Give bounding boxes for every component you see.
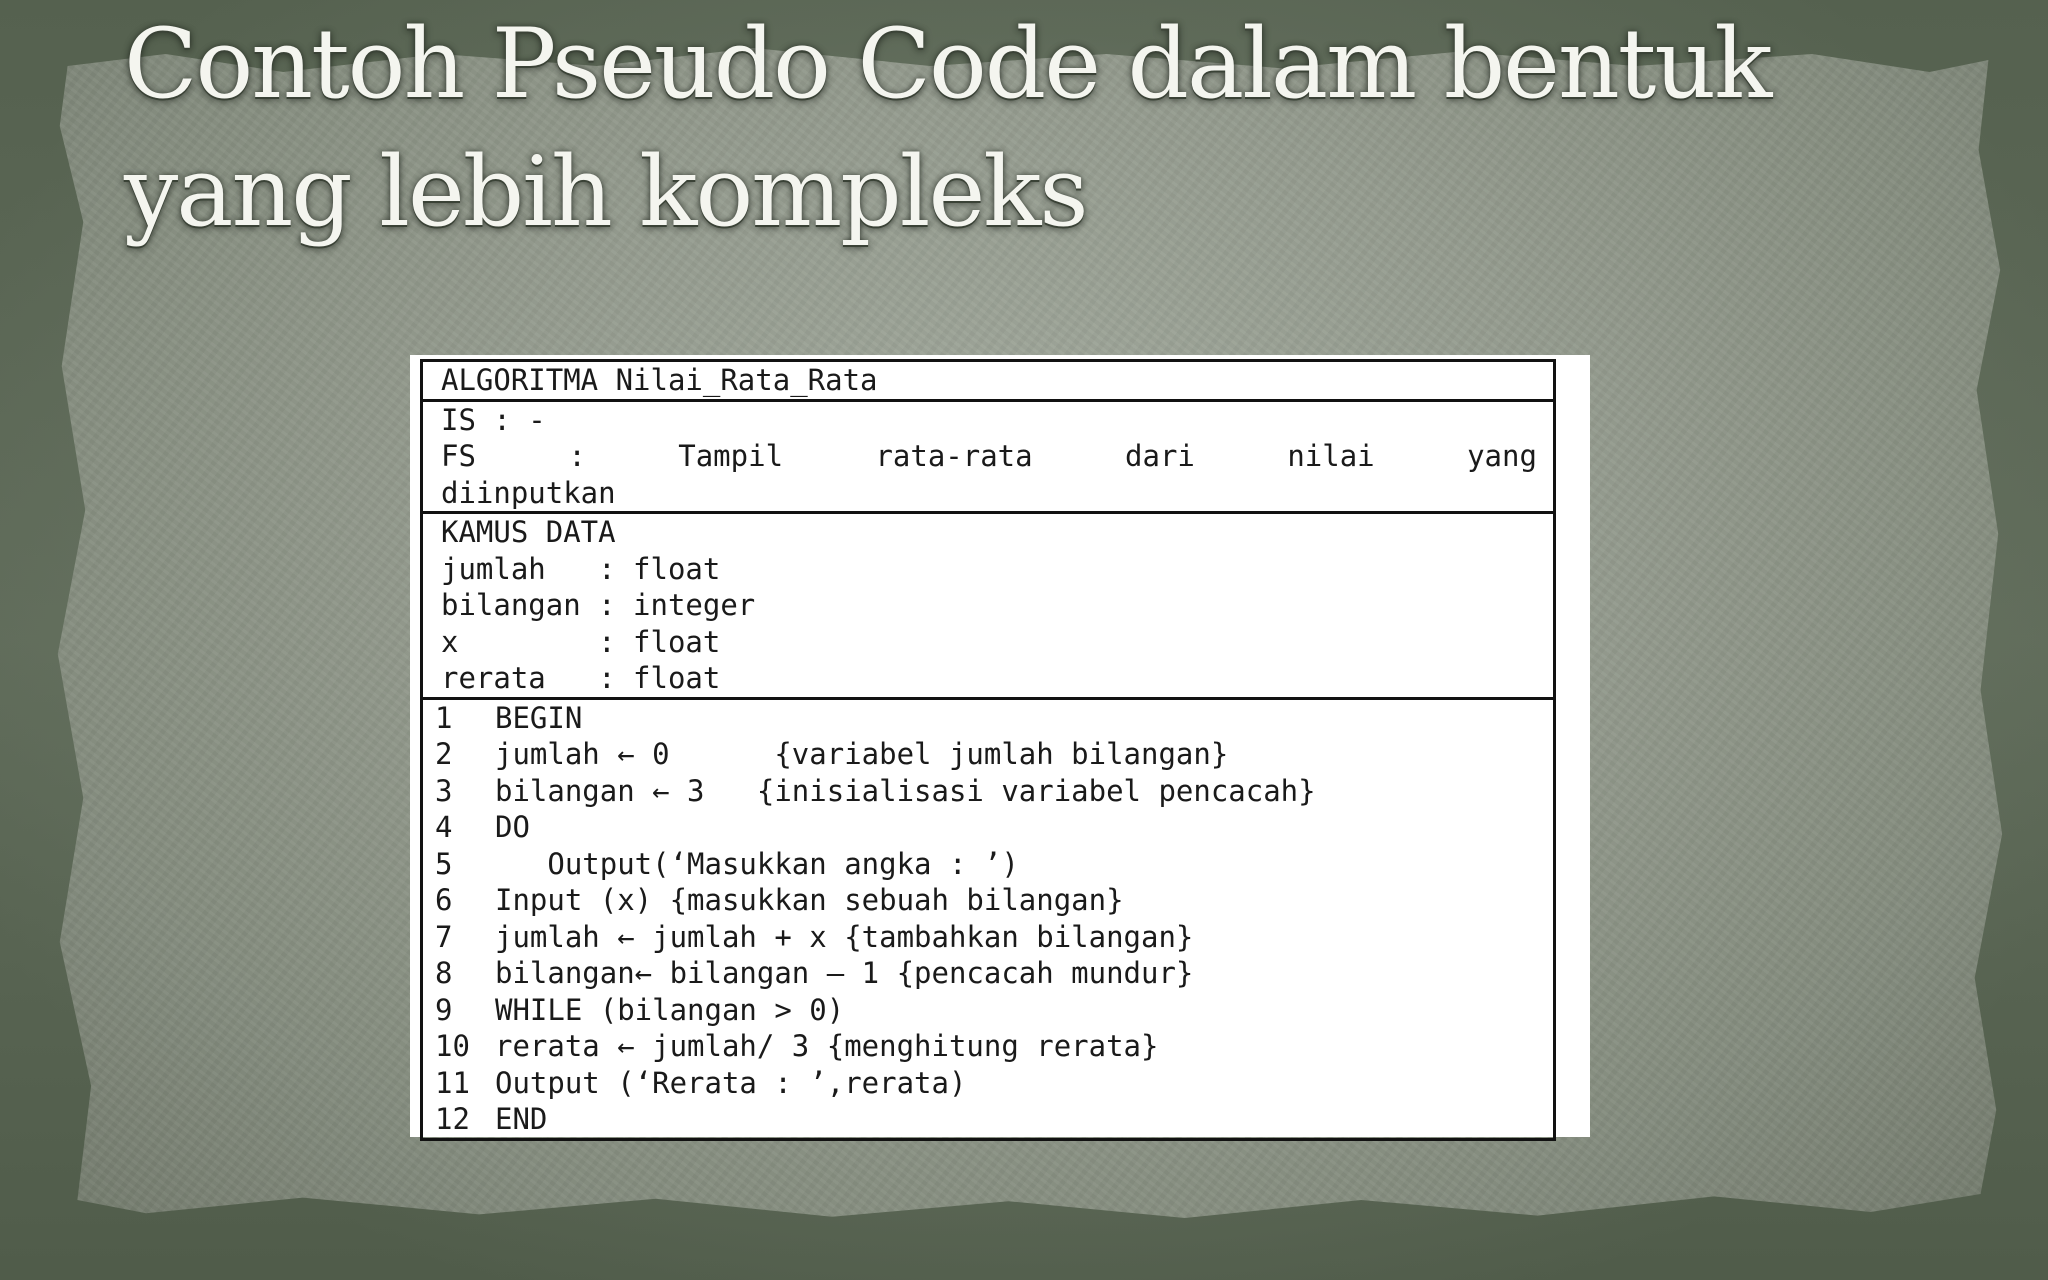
step-code: bilangan← bilangan – 1 {pencacah mundur} xyxy=(495,956,1194,990)
step-number: 12 xyxy=(435,1102,470,1136)
step-number: 2 xyxy=(435,737,453,771)
kamus-data-row: KAMUS DATA jumlah : float bilangan : int… xyxy=(421,511,1555,698)
kamus-title: KAMUS DATA xyxy=(441,515,616,549)
step-number: 7 xyxy=(435,919,453,954)
step-code: jumlah ← 0 {variabel jumlah bilangan} xyxy=(495,737,1229,771)
step-number: 3 xyxy=(435,773,453,808)
step-line: 2 jumlah ← 0 {variabel jumlah bilangan} xyxy=(435,736,1537,773)
step-number: 6 xyxy=(435,883,453,917)
step-number: 4 xyxy=(435,810,453,844)
step-line: 5 Output(‘Masukkan angka : ’) xyxy=(435,846,1537,883)
step-code: WHILE (bilangan > 0) xyxy=(495,992,845,1027)
step-code: jumlah ← jumlah + x {tambahkan bilangan} xyxy=(495,919,1194,954)
is-line: IS : - xyxy=(441,402,546,437)
kamus-entry: rerata : float xyxy=(441,661,721,695)
step-number: 10 xyxy=(435,1029,470,1063)
fs-word: FS xyxy=(441,439,476,473)
step-number: 5 xyxy=(435,846,453,881)
algorithm-header: ALGORITMA Nilai_Rata_Rata xyxy=(441,363,878,397)
algorithm-header-row: ALGORITMA Nilai_Rata_Rata xyxy=(422,361,1555,401)
step-code: Input (x) {masukkan sebuah bilangan} xyxy=(495,883,1124,917)
fs-word: nilai xyxy=(1287,439,1375,473)
step-code: DO xyxy=(495,810,530,844)
fs-word: rata-rata xyxy=(875,439,1033,473)
is-fs-row: IS : - FS : Tampil rata-rata dari nilai … xyxy=(421,398,1555,513)
step-code: Output (‘Rerata : ’,rerata) xyxy=(495,1065,967,1100)
step-code: bilangan ← 3 {inisialisasi variabel penc… xyxy=(495,773,1316,808)
step-line: 6 Input (x) {masukkan sebuah bilangan} xyxy=(435,882,1537,919)
step-line: 3 bilangan ← 3 {inisialisasi variabel pen… xyxy=(435,773,1537,810)
step-code: Output(‘Masukkan angka : ’) xyxy=(495,846,1019,881)
fs-word: yang xyxy=(1467,439,1537,473)
algorithm-steps-row: 1 BEGIN 2 jumlah ← 0 {variabel jumlah bila… xyxy=(421,696,1555,1139)
pseudocode-table: ALGORITMA Nilai_Rata_Rata IS : - FS : Ta… xyxy=(420,359,1556,1141)
kamus-entry: jumlah : float xyxy=(441,551,721,586)
fs-continuation: diinputkan xyxy=(441,475,616,510)
pseudocode-image: ALGORITMA Nilai_Rata_Rata IS : - FS : Ta… xyxy=(410,355,1590,1141)
step-code: BEGIN xyxy=(495,700,583,735)
step-line: 7 jumlah ← jumlah + x {tambahkan bilangan… xyxy=(435,919,1537,956)
fs-word: dari xyxy=(1125,439,1195,473)
step-line: 9 WHILE (bilangan > 0) xyxy=(435,992,1537,1029)
step-line: 4 DO xyxy=(435,809,1537,846)
fs-word: Tampil xyxy=(678,439,784,473)
step-code: rerata ← jumlah/ 3 {menghitung rerata} xyxy=(495,1029,1159,1063)
kamus-entry: bilangan : integer xyxy=(441,588,756,622)
fs-line: FS : Tampil rata-rata dari nilai yang xyxy=(441,438,1537,475)
slide-title: Contoh Pseudo Code dalam bentuk yang leb… xyxy=(124,8,1772,248)
step-number: 11 xyxy=(435,1065,470,1100)
step-line: 1 BEGIN xyxy=(435,700,1537,737)
step-number: 8 xyxy=(435,956,453,990)
kamus-entry: x : float xyxy=(441,624,721,659)
step-code: END xyxy=(495,1102,548,1136)
step-number: 1 xyxy=(435,700,453,735)
step-line: 8 bilangan← bilangan – 1 {pencacah mundur… xyxy=(435,955,1537,992)
step-line: 11 Output (‘Rerata : ’,rerata) xyxy=(435,1065,1537,1102)
step-line: 12 END xyxy=(435,1101,1537,1138)
fs-word: : xyxy=(568,439,586,473)
step-line: 10 rerata ← jumlah/ 3 {menghitung rerata} xyxy=(435,1028,1537,1065)
step-number: 9 xyxy=(435,992,453,1027)
